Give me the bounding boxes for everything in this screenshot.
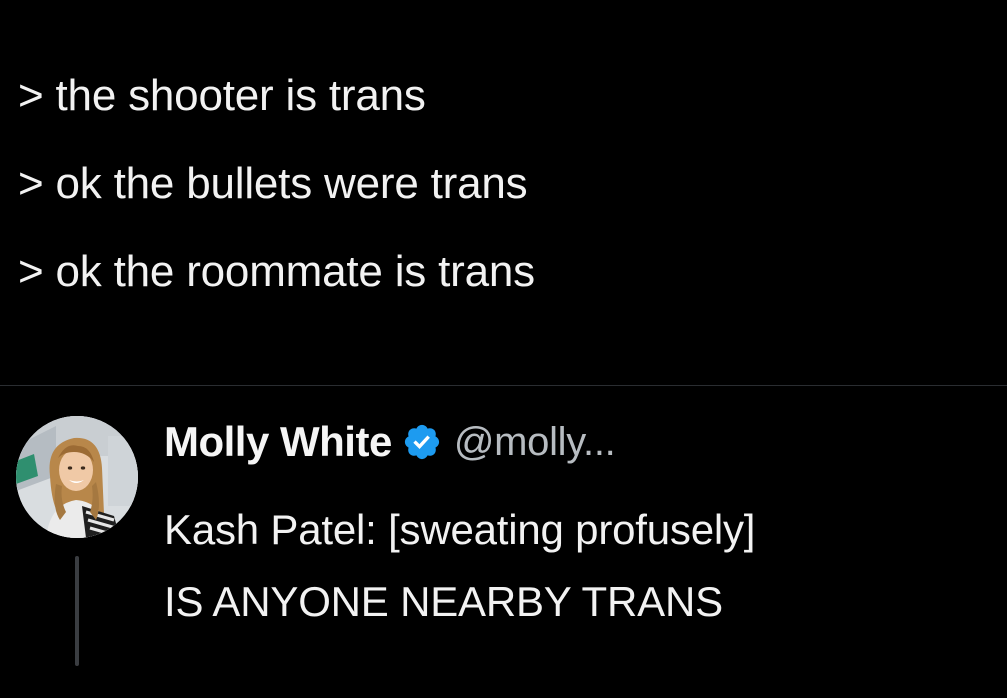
greentext-line: > ok the bullets were trans — [18, 159, 528, 208]
thread-line — [75, 556, 79, 666]
greentext-line: > ok the roommate is trans — [18, 247, 535, 296]
greentext-quote: > the shooter is trans > ok the bullets … — [18, 52, 988, 316]
tweet[interactable]: Molly White @molly... Kash Patel: [sweat… — [0, 386, 1007, 698]
greentext-line: > the shooter is trans — [18, 71, 426, 120]
tweet-text: Kash Patel: [sweating profusely] IS ANYO… — [164, 494, 994, 638]
avatar-photo — [16, 416, 138, 538]
tweet-text-line: IS ANYONE NEARBY TRANS — [164, 578, 723, 625]
tweet-header: Molly White @molly... — [164, 414, 616, 470]
tweet-text-line: Kash Patel: [sweating profusely] — [164, 506, 756, 553]
author-name[interactable]: Molly White — [164, 418, 392, 466]
verified-badge-icon — [402, 422, 442, 462]
author-handle[interactable]: @molly... — [454, 420, 616, 465]
avatar[interactable] — [16, 416, 138, 538]
